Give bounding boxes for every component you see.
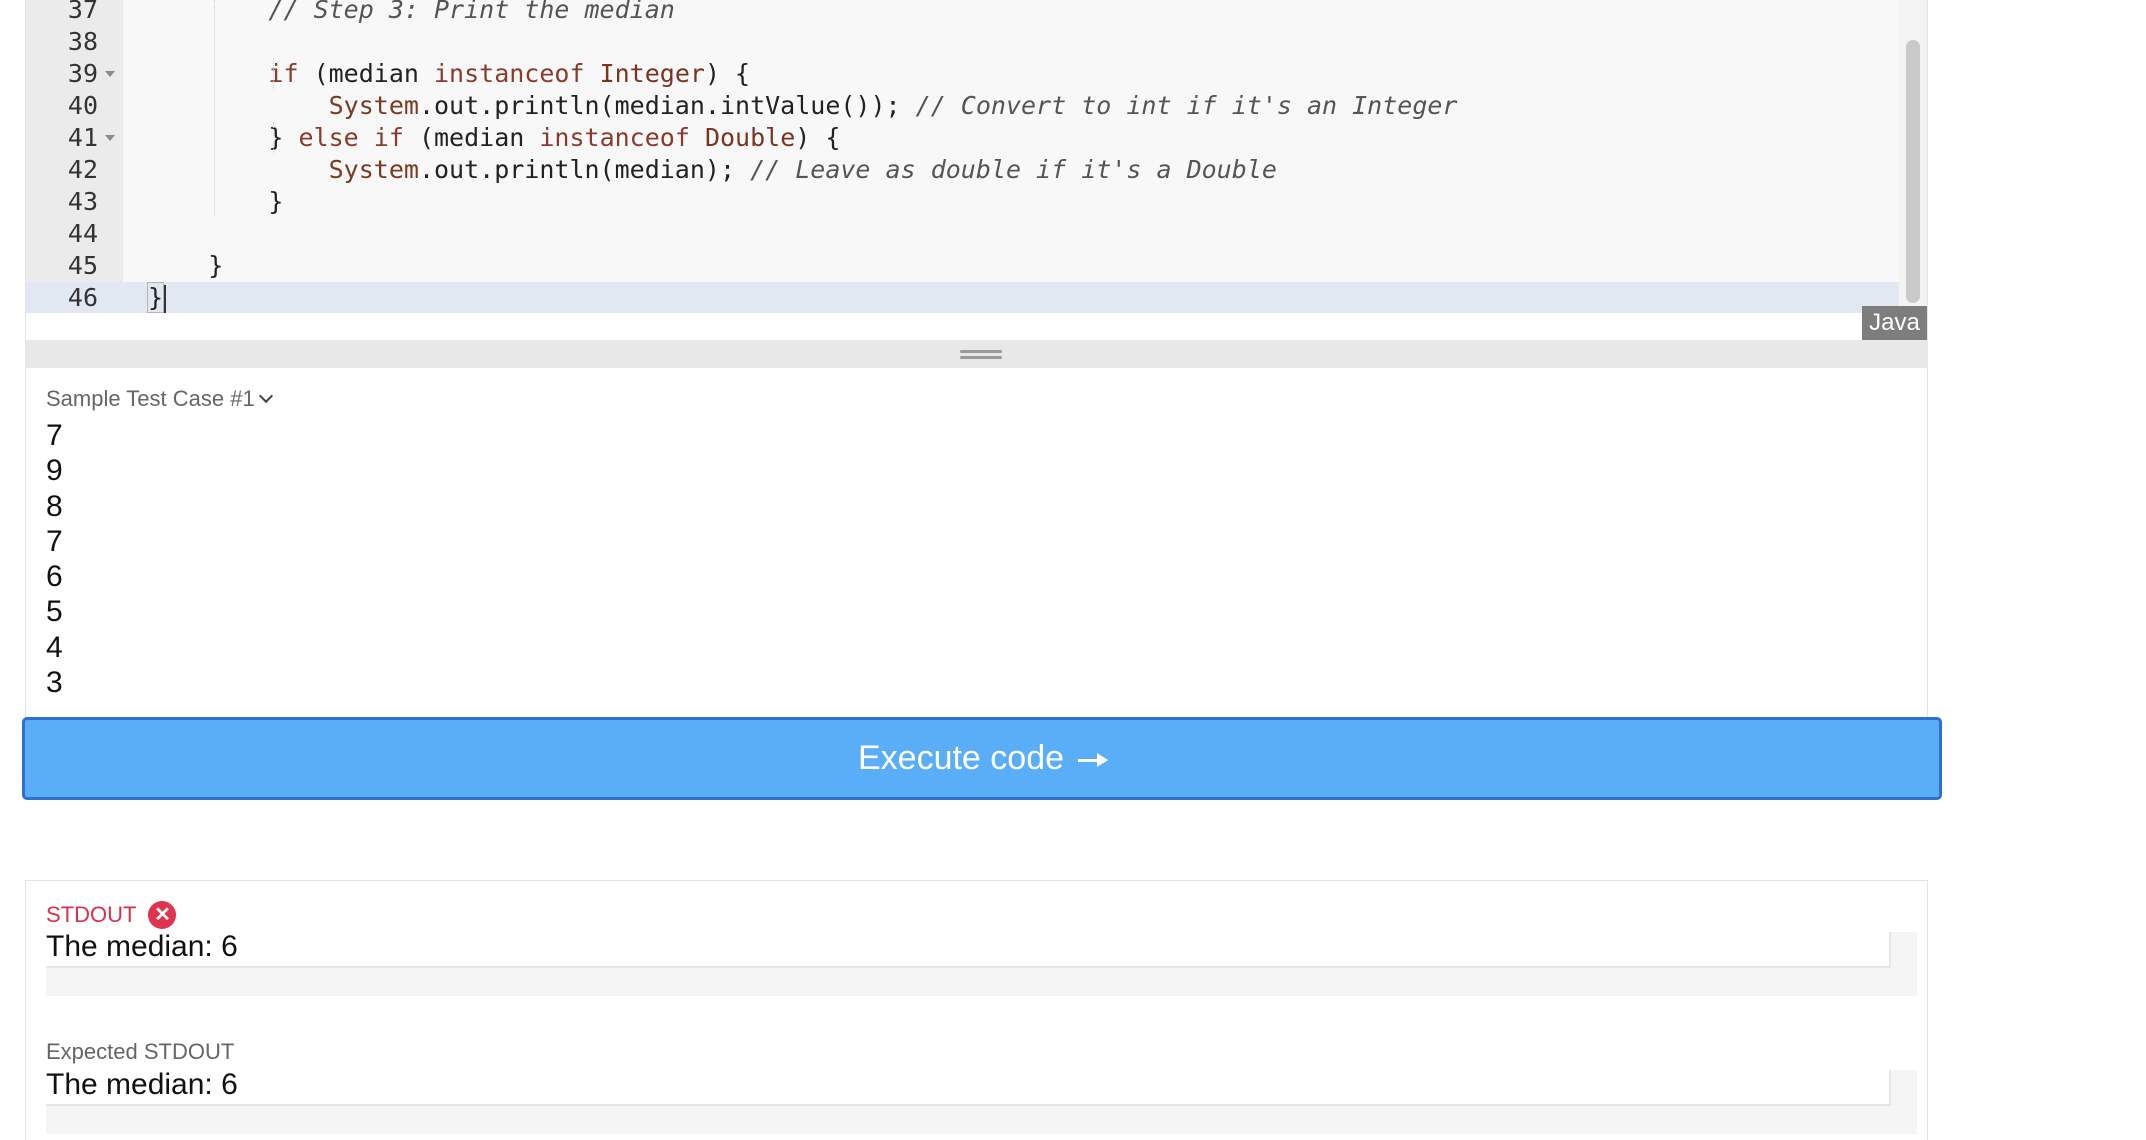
- line-number: 45: [67, 251, 98, 280]
- code-line[interactable]: 46}: [26, 282, 1899, 314]
- code-line[interactable]: 43 }: [26, 186, 1899, 218]
- test-case-value: 5: [46, 595, 63, 629]
- expected-stdout-box: The median: 6: [46, 1068, 1917, 1134]
- line-number: 38: [67, 27, 98, 56]
- code-line[interactable]: 37 // Step 3: Print the median: [26, 0, 1899, 26]
- code-line[interactable]: 42 System.out.println(median); // Leave …: [26, 154, 1899, 186]
- fold-arrow-icon[interactable]: [105, 135, 115, 141]
- code-text: }: [148, 187, 284, 216]
- code-text: }: [148, 251, 224, 280]
- code-line[interactable]: 44: [26, 218, 1899, 250]
- editor-scrollbar-thumb[interactable]: [1906, 40, 1920, 303]
- code-text: System.out.println(median); // Leave as …: [328, 155, 1277, 184]
- line-number: 42: [67, 155, 98, 184]
- test-case-input: 79876543: [46, 418, 63, 700]
- test-case-value: 3: [46, 666, 63, 700]
- line-number: 40: [67, 91, 98, 120]
- code-editor[interactable]: 37 // Step 3: Print the median 38 39 if (m…: [25, 0, 1928, 340]
- test-case-value: 7: [46, 419, 63, 452]
- line-number: 37: [67, 0, 98, 24]
- line-number: 44: [67, 219, 98, 248]
- code-line[interactable]: 40 System.out.println(median.intValue())…: [26, 90, 1899, 122]
- code-line[interactable]: 41 } else if (median instanceof Double) …: [26, 122, 1899, 154]
- test-case-selector[interactable]: Sample Test Case #1: [46, 386, 273, 412]
- fold-arrow-icon[interactable]: [105, 71, 115, 77]
- test-case-value: 4: [46, 630, 63, 664]
- indent-guide: [214, 0, 215, 216]
- test-case-value: 8: [46, 489, 63, 523]
- stdout-box-inner: The median: 6: [46, 930, 1891, 968]
- language-badge: Java: [1862, 306, 1927, 340]
- output-panel: STDOUT ✕ The median: 6 Expected STDOUT T…: [25, 880, 1928, 1140]
- code-line[interactable]: 39 if (median instanceof Integer) {: [26, 58, 1899, 90]
- test-case-value: 7: [46, 524, 63, 558]
- expected-stdout-label: Expected STDOUT: [46, 1039, 235, 1064]
- code-text: if (median instanceof Integer) {: [268, 59, 751, 88]
- code-line[interactable]: 45 }: [26, 250, 1899, 282]
- line-number: 43: [67, 187, 98, 216]
- test-case-title: Sample Test Case #1: [46, 386, 255, 411]
- grip-line-icon: [960, 350, 1002, 353]
- execute-button-label: Execute code: [857, 739, 1065, 777]
- stdout-value: The median: 6: [46, 930, 238, 963]
- test-case-panel: Sample Test Case #1 79876543: [25, 368, 1928, 720]
- test-case-value: 6: [46, 560, 63, 594]
- stdout-header: STDOUT ✕: [46, 901, 177, 929]
- resize-handle[interactable]: [25, 340, 1928, 368]
- text-cursor: [164, 285, 167, 313]
- expected-stdout-box-inner: The median: 6: [46, 1068, 1891, 1106]
- error-x-icon: ✕: [148, 901, 177, 929]
- execute-code-button[interactable]: Execute code: [22, 717, 1942, 800]
- code-text: } else if (median instanceof Double) {: [148, 123, 841, 152]
- grip-line-icon: [960, 356, 1002, 359]
- line-number: 41: [67, 123, 98, 152]
- code-text: // Step 3: Print the median: [268, 0, 675, 24]
- stdout-box: The median: 6: [46, 930, 1917, 996]
- editor-footer: [26, 313, 1927, 340]
- line-number: 46: [67, 283, 98, 312]
- chevron-down-icon: [258, 388, 273, 404]
- line-number: 39: [67, 59, 98, 88]
- stdout-label: STDOUT: [46, 902, 137, 927]
- code-text: System.out.println(median.intValue()); /…: [328, 91, 1458, 120]
- expected-stdout-value: The median: 6: [46, 1068, 238, 1101]
- test-case-value: 9: [46, 454, 63, 488]
- editor-scrollbar-track[interactable]: [1899, 0, 1927, 313]
- indent-guide: [273, 122, 274, 154]
- arrow-right-icon: [1078, 753, 1109, 767]
- indent-guide: [273, 58, 274, 90]
- code-line[interactable]: 38: [26, 26, 1899, 58]
- code-text: }: [146, 282, 167, 314]
